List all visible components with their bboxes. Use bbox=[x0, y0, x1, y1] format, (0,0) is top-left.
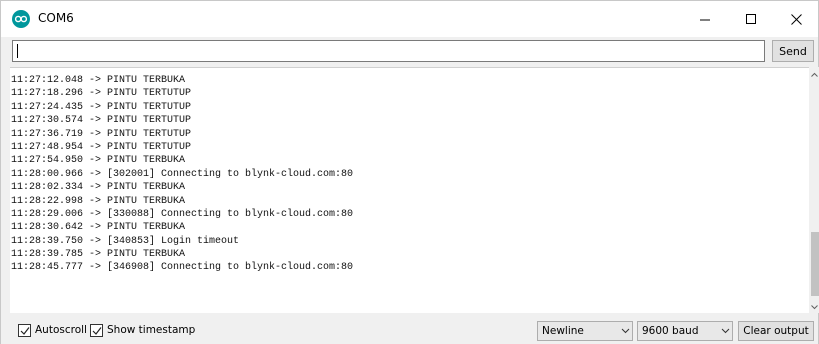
output-line: 11:28:02.334 -> PINTU TERBUKA bbox=[11, 182, 186, 194]
clear-output-button[interactable]: Clear output bbox=[738, 321, 814, 341]
scroll-down-button[interactable] bbox=[809, 301, 819, 311]
send-row: Send bbox=[1, 37, 818, 67]
close-icon bbox=[790, 13, 802, 25]
bottom-toolbar: Autoscroll Show timestamp Newline 9600 b… bbox=[1, 315, 818, 344]
autoscroll-label[interactable]: Autoscroll bbox=[35, 324, 87, 336]
output-line: 11:28:45.777 -> [346908] Connecting to b… bbox=[11, 262, 354, 274]
maximize-button[interactable] bbox=[728, 1, 774, 37]
output-line: 11:28:29.006 -> [330088] Connecting to b… bbox=[11, 208, 354, 220]
output-line: 11:27:36.719 -> PINTU TERTUTUP bbox=[11, 128, 192, 140]
chevron-down-icon bbox=[811, 305, 818, 310]
serial-input[interactable] bbox=[12, 40, 765, 62]
output-line: 11:27:18.296 -> PINTU TERTUTUP bbox=[11, 88, 192, 100]
minimize-button[interactable] bbox=[682, 1, 728, 37]
title-bar[interactable]: COM6 bbox=[1, 1, 818, 37]
scroll-up-button[interactable] bbox=[809, 69, 819, 79]
chevron-down-icon bbox=[618, 328, 632, 334]
output-line: 11:27:54.950 -> PINTU TERBUKA bbox=[11, 155, 186, 167]
autoscroll-checkbox[interactable] bbox=[18, 324, 31, 337]
line-ending-value: Newline bbox=[542, 325, 584, 337]
line-ending-select[interactable]: Newline bbox=[537, 321, 633, 341]
serial-monitor-window: COM6 Send 11:27:12.048 -> PINTU TERBUKA 1… bbox=[0, 0, 819, 344]
show-timestamp-checkbox[interactable] bbox=[90, 324, 103, 337]
output-line: 11:27:30.574 -> PINTU TERTUTUP bbox=[11, 115, 192, 127]
close-button[interactable] bbox=[773, 1, 819, 37]
output-line: 11:27:24.435 -> PINTU TERTUTUP bbox=[11, 101, 192, 113]
arduino-infinity-icon bbox=[12, 10, 30, 28]
vertical-scrollbar[interactable] bbox=[809, 67, 819, 313]
maximize-icon bbox=[745, 13, 756, 24]
output-line: 11:28:39.750 -> [340853] Login timeout bbox=[11, 235, 240, 247]
show-timestamp-label[interactable]: Show timestamp bbox=[107, 324, 195, 336]
send-button[interactable]: Send bbox=[772, 40, 814, 62]
output-line: 11:27:12.048 -> PINTU TERBUKA bbox=[11, 75, 186, 86]
minimize-icon bbox=[699, 19, 710, 20]
serial-output[interactable]: 11:27:12.048 -> PINTU TERBUKA 11:27:18.29… bbox=[10, 67, 809, 313]
chevron-down-icon bbox=[718, 328, 732, 334]
chevron-up-icon bbox=[811, 72, 818, 77]
output-lines: 11:27:12.048 -> PINTU TERBUKA 11:27:18.29… bbox=[11, 74, 353, 275]
output-line: 11:28:22.998 -> PINTU TERBUKA bbox=[11, 195, 186, 207]
output-line: 11:28:39.785 -> PINTU TERBUKA bbox=[11, 249, 186, 261]
text-caret bbox=[17, 44, 18, 58]
scroll-thumb[interactable] bbox=[811, 232, 819, 296]
output-line: 11:28:00.966 -> [302001] Connecting to b… bbox=[11, 168, 354, 180]
window-title: COM6 bbox=[38, 11, 74, 25]
baud-rate-value: 9600 baud bbox=[642, 325, 699, 337]
output-line: 11:28:30.642 -> PINTU TERBUKA bbox=[11, 222, 186, 234]
output-line: 11:27:48.954 -> PINTU TERTUTUP bbox=[11, 141, 192, 153]
baud-rate-select[interactable]: 9600 baud bbox=[637, 321, 733, 341]
checkmark-icon bbox=[20, 327, 30, 335]
checkmark-icon bbox=[92, 327, 102, 335]
